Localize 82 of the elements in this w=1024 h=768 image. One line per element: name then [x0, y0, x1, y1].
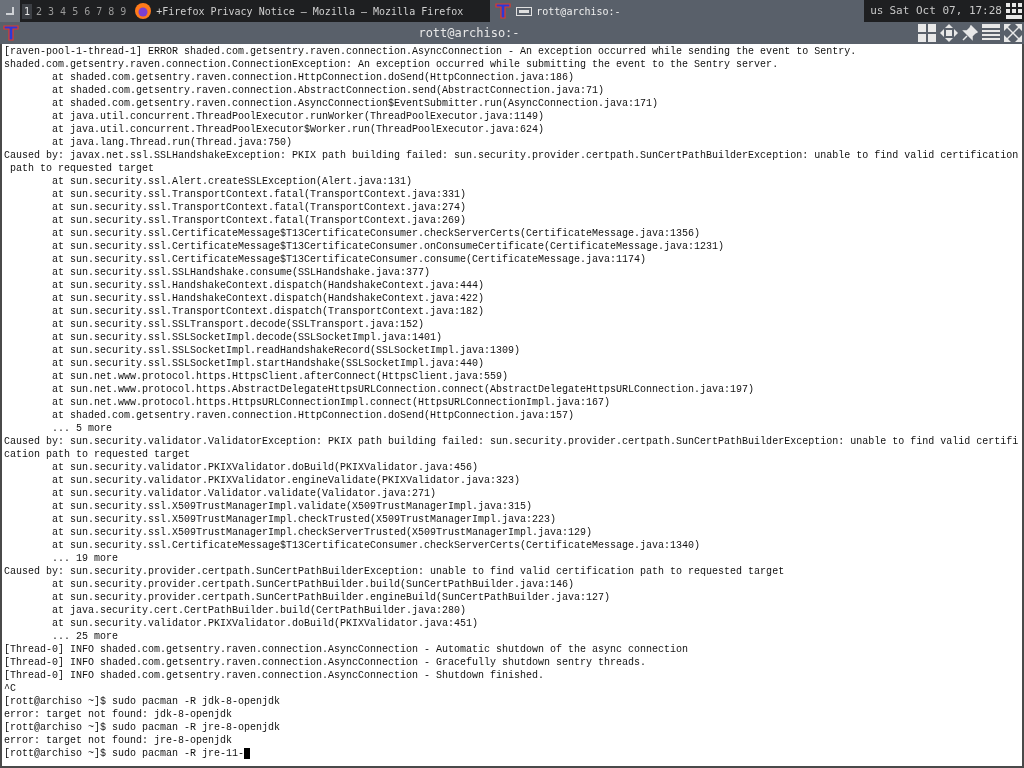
terminal-line: at sun.security.ssl.Alert.createSSLException(Alert.java:131)	[51, 175, 414, 188]
terminal-line: shaded.com.getsentry.raven.connection.ConnectionException: An exception occurred while submitting the event to the Sentry server.	[4, 58, 780, 71]
terminal-line: at sun.security.ssl.X509TrustManagerImpl.checkServerTrusted(X509TrustManagerImpl.java:129)	[51, 526, 594, 539]
workspace-tab[interactable]: 5	[70, 3, 81, 19]
terminal-line: at java.security.cert.CertPathBuilder.build(CertPathBuilder.java:280)	[51, 604, 468, 617]
terminal-line: ... 25 more	[51, 630, 120, 643]
terminal-line: at sun.security.ssl.SSLTransport.decode(SSLTransport.java:152)	[51, 318, 426, 331]
terminal-line: [raven-pool-1-thread-1] ERROR shaded.com.getsentry.raven.connection.AsyncConnection - An exception occurred while sending the event to Sentry.	[4, 45, 858, 58]
terminal-line: at sun.security.ssl.HandshakeContext.dispatch(HandshakeContext.java:444)	[51, 279, 486, 292]
window-title: rott@archiso:-	[418, 25, 520, 42]
terminal-line: [rott@archiso ~]$ sudo pacman -R jdk-8-openjdk	[4, 695, 282, 708]
terminal-line: at sun.security.provider.certpath.SunCertPathBuilder.engineBuild(SunCertPathBuilder.java:127)	[51, 591, 612, 604]
terminal-line: [rott@archiso ~]$ sudo pacman -R jre-11-	[4, 747, 1022, 760]
workspace-tab[interactable]: 9	[118, 3, 129, 19]
keyboard-layout: us	[869, 2, 885, 19]
terminal-app-icon	[2, 24, 20, 42]
terminal-line: Caused by: sun.security.provider.certpath.SunCertPathBuilderException: unable to find valid certification path to requested target	[4, 565, 786, 578]
fullscreen-icon[interactable]	[1004, 24, 1022, 42]
terminal-line: at sun.security.ssl.TransportContext.dispatch(TransportContext.java:182)	[51, 305, 486, 318]
workspace-tab[interactable]: 3	[46, 3, 57, 19]
task-title: +Firefox Privacy Notice — Mozilla — Mozilla Firefox	[156, 4, 464, 19]
workspace-tab[interactable]: 8	[106, 3, 117, 19]
terminal-line: at sun.security.ssl.CertificateMessage$T13CertificateConsumer.checkServerCerts(CertificateMessage.java:1340)	[51, 539, 702, 552]
terminal-line: ... 19 more	[51, 552, 120, 565]
terminal-line: at sun.net.www.protocol.https.HttpsURLConnectionImpl.connect(HttpsURLConnectionImpl.java:167)	[51, 396, 612, 409]
move-icon[interactable]	[940, 24, 958, 42]
terminal-line: at shaded.com.getsentry.raven.connection.AsyncConnection$EventSubmitter.run(AsyncConnection.java:171)	[51, 97, 660, 110]
maximize-icon[interactable]	[982, 24, 1000, 42]
terminal-line: at sun.security.ssl.X509TrustManagerImpl.validate(X509TrustManagerImpl.java:315)	[51, 500, 534, 513]
workspace-tab[interactable]: 6	[82, 3, 93, 19]
root-badge-icon	[516, 6, 533, 16]
terminal-line: ... 5 more	[51, 422, 114, 435]
terminal-line: [Thread-0] INFO shaded.com.getsentry.raven.connection.AsyncConnection - Automatic shutdown of the async connection	[4, 643, 690, 656]
terminal-line: at sun.security.ssl.X509TrustManagerImpl.checkTrusted(X509TrustManagerImpl.java:223)	[51, 513, 558, 526]
tile-icon[interactable]	[918, 24, 936, 42]
terminal-line: at sun.security.ssl.SSLSocketImpl.startHandshake(SSLSocketImpl.java:440)	[51, 357, 486, 370]
terminal-line: at sun.security.ssl.CertificateMessage$T13CertificateConsumer.onConsumeCertificate(CertificateMessage.java:1231)	[51, 240, 726, 253]
terminal-line: at sun.security.ssl.SSLSocketImpl.readHandshakeRecord(SSLSocketImpl.java:1309)	[51, 344, 522, 357]
terminal-line: at sun.security.ssl.SSLSocketImpl.decode(SSLSocketImpl.java:1401)	[51, 331, 444, 344]
pin-icon[interactable]	[962, 25, 978, 41]
workspace-tab[interactable]: 7	[94, 3, 105, 19]
terminal-line: at sun.security.validator.Validator.validate(Validator.java:271)	[51, 487, 438, 500]
text-cursor	[244, 747, 251, 759]
clock: Sat Oct 07, 17:28	[889, 2, 1003, 19]
terminal-line: at shaded.com.getsentry.raven.connection.HttpConnection.doSend(HttpConnection.java:157)	[51, 409, 576, 422]
terminal-line: Caused by: sun.security.validator.ValidatorException: PKIX path building failed: sun.security.provider.certpath.SunCertPathBuilderException: unable to find valid certifi	[4, 435, 1020, 448]
task-title: rott@archiso:-	[536, 4, 621, 19]
terminal-line: error: target not found: jre-8-openjdk	[4, 734, 234, 747]
terminal-line: at java.util.concurrent.ThreadPoolExecutor$Worker.run(ThreadPoolExecutor.java:624)	[51, 123, 546, 136]
terminal-line: at sun.security.ssl.TransportContext.fatal(TransportContext.java:331)	[51, 188, 468, 201]
workspace-tab[interactable]: 2	[34, 3, 45, 19]
browser-icon	[134, 2, 153, 20]
terminal-line: path to requested target	[9, 162, 156, 175]
terminal-line: at sun.security.ssl.HandshakeContext.dispatch(HandshakeContext.java:422)	[51, 292, 486, 305]
terminal-line: at sun.security.ssl.TransportContext.fatal(TransportContext.java:274)	[51, 201, 468, 214]
terminal-line: at sun.net.www.protocol.https.AbstractDelegateHttpsURLConnection.connect(AbstractDelegateHttpsURLConnection.java:197)	[51, 383, 756, 396]
terminal-line: at sun.security.ssl.CertificateMessage$T13CertificateConsumer.checkServerCerts(CertificateMessage.java:1356)	[51, 227, 702, 240]
terminal-line: ^C	[4, 682, 17, 695]
terminal-line: at sun.security.provider.certpath.SunCertPathBuilder.build(SunCertPathBuilder.java:146)	[51, 578, 576, 591]
terminal-line: [rott@archiso ~]$ sudo pacman -R jre-8-openjdk	[4, 721, 282, 734]
taskbar-button[interactable]: rott@archiso:-	[490, 0, 865, 22]
terminal-line: at sun.security.ssl.SSLHandshake.consume(SSLHandshake.java:377)	[51, 266, 432, 279]
terminal-line: at sun.net.www.protocol.https.HttpsClient.afterConnect(HttpsClient.java:559)	[51, 370, 510, 383]
terminal-line: [Thread-0] INFO shaded.com.getsentry.raven.connection.AsyncConnection - Gracefully shutdown sentry threads.	[4, 656, 648, 669]
menu-icon[interactable]	[0, 0, 20, 22]
terminal-app-icon	[494, 2, 513, 20]
terminal-line: at java.lang.Thread.run(Thread.java:750)	[51, 136, 294, 149]
terminal-line: at shaded.com.getsentry.raven.connection.AbstractConnection.send(AbstractConnection.java:71)	[51, 84, 606, 97]
terminal-line: at sun.security.ssl.TransportContext.fatal(TransportContext.java:269)	[51, 214, 468, 227]
terminal-line: error: target not found: jdk-8-openjdk	[4, 708, 234, 721]
terminal-line: [Thread-0] INFO shaded.com.getsentry.raven.connection.AsyncConnection - Shutdown finished.	[4, 669, 546, 682]
terminal-line: at java.util.concurrent.ThreadPoolExecutor.runWorker(ThreadPoolExecutor.java:1149)	[51, 110, 546, 123]
terminal-line: Caused by: javax.net.ssl.SSLHandshakeException: PKIX path building failed: sun.security.provider.certpath.SunCertPathBuilderException: unable to find valid certification	[4, 149, 1020, 162]
terminal-line: at shaded.com.getsentry.raven.connection.HttpConnection.doSend(HttpConnection.java:186)	[51, 71, 576, 84]
workspace-tab[interactable]: 4	[58, 3, 69, 19]
grid-icon[interactable]	[1006, 3, 1022, 19]
workspace-tab[interactable]: 1	[22, 3, 33, 19]
terminal-line: at sun.security.validator.PKIXValidator.doBuild(PKIXValidator.java:456)	[51, 461, 480, 474]
terminal-line: cation path to requested target	[4, 448, 192, 461]
terminal-line: at sun.security.validator.PKIXValidator.doBuild(PKIXValidator.java:451)	[51, 617, 480, 630]
terminal-line: at sun.security.validator.PKIXValidator.engineValidate(PKIXValidator.java:323)	[51, 474, 522, 487]
terminal-line: at sun.security.ssl.CertificateMessage$T13CertificateConsumer.consume(CertificateMessage.java:1174)	[51, 253, 648, 266]
